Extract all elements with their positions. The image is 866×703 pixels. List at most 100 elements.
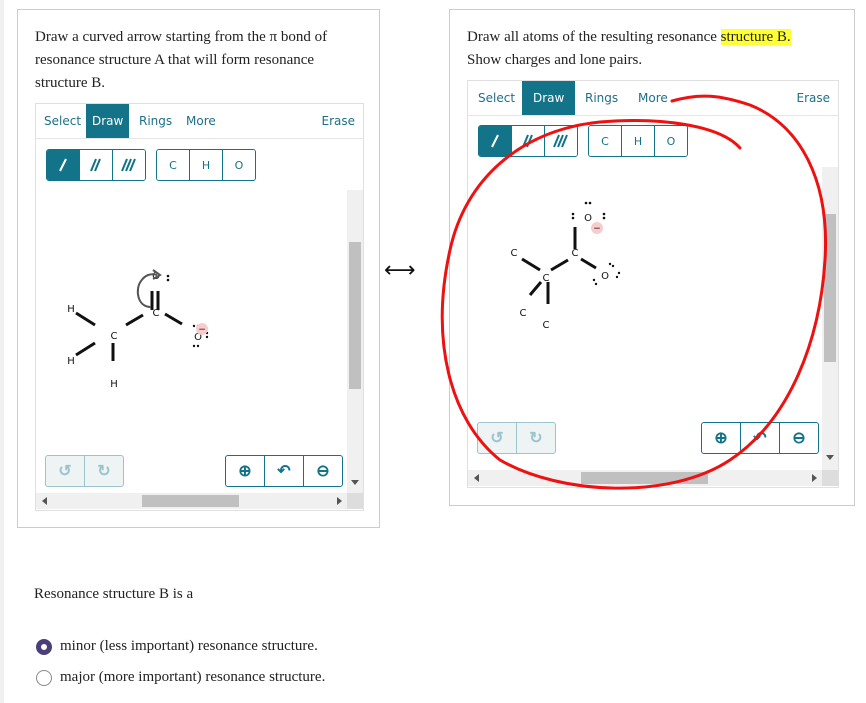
structure-a-canvas[interactable]: H H H C C O O −	[51, 269, 351, 449]
part-a-prompt: Draw a curved arrow starting from the π …	[35, 29, 328, 91]
atom-label: H	[110, 379, 118, 390]
atom-c-button[interactable]: C	[589, 126, 622, 156]
zoom-in-button[interactable]: ⊕	[702, 423, 741, 453]
bond	[521, 257, 541, 272]
erase-button[interactable]: Erase	[796, 81, 830, 115]
scroll-right-arrow[interactable]	[337, 497, 342, 505]
atom-o-button[interactable]: O	[655, 126, 687, 156]
scroll-left-arrow[interactable]	[42, 497, 47, 505]
triple-bond-button[interactable]	[113, 150, 145, 180]
tab-draw[interactable]: Draw	[522, 81, 576, 115]
bond-buttons	[46, 149, 146, 181]
single-bond-button[interactable]	[47, 150, 80, 180]
scroll-down-arrow[interactable]	[826, 455, 834, 460]
view-controls: ⊕ ↶ ⊖	[225, 455, 343, 487]
zoom-in-icon: ⊕	[238, 463, 252, 480]
scroll-right-arrow[interactable]	[812, 474, 817, 482]
double-bond-button[interactable]	[80, 150, 113, 180]
vertical-scroll-thumb[interactable]	[349, 242, 361, 389]
atom-label: C	[511, 248, 518, 259]
atom-label: C	[520, 308, 527, 319]
single-bond-button[interactable]	[479, 126, 512, 156]
lone-pairs	[166, 274, 209, 348]
atom-label: C	[572, 248, 579, 259]
bond	[125, 313, 144, 327]
atom-label: O	[601, 271, 609, 282]
vertical-scrollbar[interactable]	[822, 167, 838, 470]
atom-label: H	[67, 356, 75, 367]
atom-label: O	[584, 213, 592, 224]
history-controls: ↺ ↻	[45, 455, 124, 487]
horizontal-scroll-thumb[interactable]	[142, 495, 239, 507]
option-minor[interactable]: minor (less important) resonance structu…	[36, 638, 318, 655]
zoom-in-icon: ⊕	[714, 430, 728, 447]
double-bond-button[interactable]	[512, 126, 545, 156]
part-a-toolbar: Select Draw Rings More Erase	[36, 104, 363, 139]
part-b-panel: Draw all atoms of the resulting resonanc…	[449, 9, 855, 506]
zoom-out-icon: ⊖	[792, 430, 806, 447]
double-bond-icon	[522, 134, 533, 148]
redo-button[interactable]: ↻	[85, 456, 123, 486]
tab-rings[interactable]: Rings	[579, 81, 624, 115]
atom-label: C	[543, 273, 550, 284]
zoom-out-button[interactable]: ⊖	[304, 456, 342, 486]
atom-c-button[interactable]: C	[157, 150, 190, 180]
part-a-editor: Select Draw Rings More Erase C H O H H H…	[35, 103, 364, 511]
atom-o-button[interactable]: O	[223, 150, 255, 180]
option-major[interactable]: major (more important) resonance structu…	[36, 669, 325, 686]
part-b-prompt-text: Draw all atoms of the resulting resonanc…	[467, 29, 721, 45]
bond	[75, 341, 96, 357]
single-bond-icon	[59, 158, 67, 172]
bond-buttons	[478, 125, 578, 157]
page-left-edge	[0, 0, 4, 703]
atom-label: C	[153, 308, 160, 319]
atom-h-button[interactable]: H	[622, 126, 655, 156]
vertical-scroll-thumb[interactable]	[824, 214, 836, 362]
reset-icon: ↶	[277, 463, 291, 480]
tab-more[interactable]: More	[180, 104, 222, 138]
tab-rings[interactable]: Rings	[133, 104, 178, 138]
erase-button[interactable]: Erase	[321, 104, 355, 138]
tab-more[interactable]: More	[632, 81, 674, 115]
part-b-prompt: Draw all atoms of the resulting resonanc…	[467, 26, 847, 72]
zoom-out-icon: ⊖	[316, 463, 330, 480]
radio-major[interactable]	[36, 669, 52, 686]
structure-b-canvas[interactable]: C C C C C O O −	[498, 221, 798, 401]
tab-select[interactable]: Select	[472, 81, 521, 115]
highlighted-text: structure B.	[720, 29, 791, 45]
triple-bond-icon	[121, 158, 136, 172]
tab-select[interactable]: Select	[38, 104, 87, 138]
horizontal-scrollbar[interactable]	[468, 470, 822, 486]
scroll-down-arrow[interactable]	[351, 480, 359, 485]
scroll-left-arrow[interactable]	[474, 474, 479, 482]
reset-view-button[interactable]: ↶	[265, 456, 304, 486]
triple-bond-icon	[553, 134, 568, 148]
redo-button[interactable]: ↻	[517, 423, 555, 453]
scroll-corner	[347, 493, 363, 509]
zoom-in-button[interactable]: ⊕	[226, 456, 265, 486]
tab-draw[interactable]: Draw	[86, 104, 130, 138]
atom-label: C	[543, 320, 550, 331]
view-controls: ⊕ ↶ ⊖	[701, 422, 819, 454]
bond	[528, 281, 543, 296]
undo-button[interactable]: ↺	[46, 456, 85, 486]
bond	[164, 312, 183, 326]
part-a-panel: Draw a curved arrow starting from the π …	[17, 9, 380, 528]
horizontal-scroll-thumb[interactable]	[581, 472, 708, 484]
atom-label: C	[111, 331, 118, 342]
history-controls: ↺ ↻	[477, 422, 556, 454]
scroll-corner	[822, 470, 838, 486]
zoom-out-button[interactable]: ⊖	[780, 423, 818, 453]
reset-view-button[interactable]: ↶	[741, 423, 780, 453]
radio-minor[interactable]	[36, 638, 52, 655]
charge-label: −	[198, 325, 206, 335]
triple-bond-button[interactable]	[545, 126, 577, 156]
question-text: Resonance structure B is a	[34, 586, 194, 602]
vertical-scrollbar[interactable]	[347, 190, 363, 493]
resonance-arrow: ⟷	[384, 258, 416, 283]
horizontal-scrollbar[interactable]	[36, 493, 347, 509]
atom-h-button[interactable]: H	[190, 150, 223, 180]
option-minor-label: minor (less important) resonance structu…	[60, 638, 318, 654]
undo-button[interactable]: ↺	[478, 423, 517, 453]
atom-label: H	[67, 304, 75, 315]
